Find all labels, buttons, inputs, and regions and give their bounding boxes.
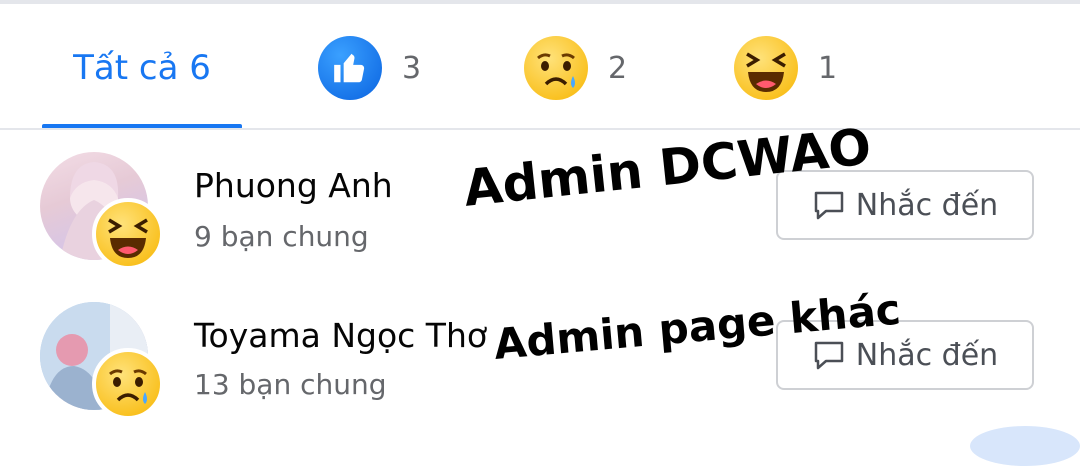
- floating-button-edge[interactable]: [970, 426, 1080, 466]
- mutual-friends: 13 bạn chung: [194, 368, 387, 401]
- tab-haha[interactable]: 1: [734, 8, 837, 128]
- sad-count: 2: [608, 50, 628, 86]
- sad-face-icon: [92, 348, 164, 420]
- mention-label: Nhắc đến: [855, 187, 999, 223]
- person-name[interactable]: Toyama Ngọc Thơ: [194, 316, 487, 355]
- mutual-friends: 9 bạn chung: [194, 220, 369, 253]
- tab-sad[interactable]: 2: [524, 8, 627, 128]
- mention-label: Nhắc đến: [855, 337, 999, 373]
- laughing-face-icon: [734, 36, 798, 100]
- person-name[interactable]: Phuong Anh: [194, 166, 393, 205]
- thumbs-up-icon: [318, 36, 382, 100]
- sad-face-icon: [524, 36, 588, 100]
- laughing-face-icon: [92, 198, 164, 270]
- like-count: 3: [402, 50, 422, 86]
- reaction-tabs: Tất cả 6 3 2 1: [0, 8, 1080, 128]
- comment-icon: [814, 191, 844, 220]
- comment-icon: [814, 341, 844, 370]
- haha-count: 1: [818, 50, 838, 86]
- tab-like[interactable]: 3: [318, 8, 421, 128]
- top-divider: [0, 0, 1080, 4]
- tab-all[interactable]: Tất cả 6: [42, 8, 242, 128]
- tab-all-label: Tất cả 6: [73, 48, 211, 88]
- tabs-divider: [0, 128, 1080, 130]
